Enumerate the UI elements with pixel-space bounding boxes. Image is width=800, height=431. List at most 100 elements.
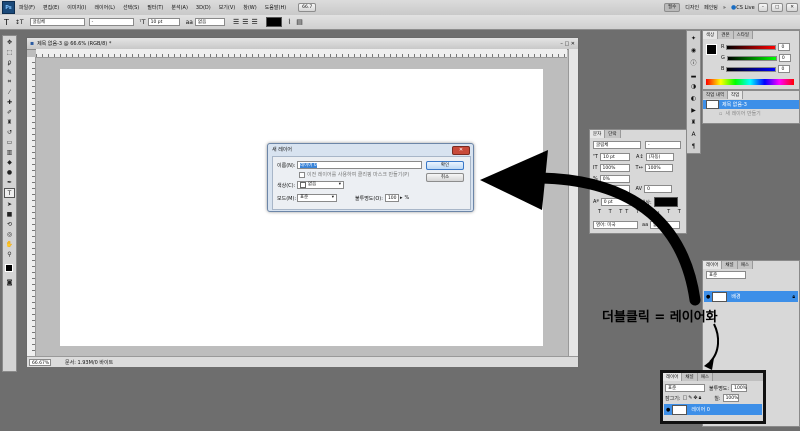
r-slider[interactable] xyxy=(726,44,777,50)
menu-edit[interactable]: 편집(E) xyxy=(43,4,59,11)
lock-buttons-icon[interactable]: □✎✥🔒︎ xyxy=(683,395,703,401)
brush-tool-icon[interactable]: ✐ xyxy=(5,108,14,116)
align-right-icon[interactable]: ☰ xyxy=(252,18,258,26)
menu-file[interactable]: 파일(F) xyxy=(19,4,35,11)
color-spectrum[interactable] xyxy=(706,79,794,85)
crop-tool-icon[interactable]: ⌗ xyxy=(5,78,14,86)
cancel-button[interactable]: 취소 xyxy=(426,173,464,182)
3d-orbit-tool-icon[interactable]: ◎ xyxy=(5,230,14,238)
orientation-toggle-icon[interactable]: ↕T xyxy=(15,19,24,26)
stamp-tool-icon[interactable]: ♜ xyxy=(5,118,14,126)
menu-layer[interactable]: 레이어(L) xyxy=(94,4,115,11)
text-color-swatch[interactable] xyxy=(265,17,282,27)
mode-select[interactable]: 표준 ▾ xyxy=(297,194,337,202)
adjustments-icon[interactable]: ◑ xyxy=(689,82,698,91)
tab-paths[interactable]: 패스 xyxy=(697,373,713,381)
align-left-icon[interactable]: ☰ xyxy=(233,18,239,26)
navigator-icon[interactable]: ◉ xyxy=(689,46,698,55)
g-slider[interactable] xyxy=(726,55,777,61)
histogram-icon[interactable]: ▂ xyxy=(689,70,698,79)
b-slider[interactable] xyxy=(726,66,777,72)
clone-source-icon[interactable]: ♜ xyxy=(689,118,698,127)
workspace-essentials-button[interactable]: 필수 xyxy=(664,3,681,12)
minimize-button[interactable]: – xyxy=(757,3,768,12)
brush-preset-icon[interactable]: ✦ xyxy=(689,34,698,43)
shape-tool-icon[interactable]: ■ xyxy=(5,210,14,218)
zoom-status[interactable]: 66.67% xyxy=(29,358,51,366)
blur-tool-icon[interactable]: ◆ xyxy=(5,158,14,166)
quick-mask-icon[interactable]: ◙ xyxy=(5,278,14,286)
move-tool-icon[interactable]: ✥ xyxy=(5,38,14,46)
menu-window[interactable]: 창(W) xyxy=(243,4,256,11)
menu-view[interactable]: 보기(V) xyxy=(219,4,236,11)
menu-help[interactable]: 도움말(H) xyxy=(265,4,286,11)
tab-styles[interactable]: 스타일 xyxy=(733,31,753,39)
info-icon[interactable]: ⓘ xyxy=(689,58,698,67)
document-info[interactable]: 문서: 1.93M/0 바이트 xyxy=(65,359,113,366)
tab-paths[interactable]: 패스 xyxy=(737,261,753,269)
document-window-buttons[interactable]: – □ ✕ xyxy=(560,41,575,47)
eraser-tool-icon[interactable]: ▭ xyxy=(5,138,14,146)
workspace-design-link[interactable]: 디자인 xyxy=(685,4,699,11)
maximize-button[interactable]: □ xyxy=(770,3,784,12)
ok-button[interactable]: 확인 xyxy=(426,161,464,170)
eyedropper-tool-icon[interactable]: ⁄ xyxy=(5,88,14,96)
menu-analysis[interactable]: 분석(A) xyxy=(171,4,188,11)
type-tool-icon[interactable]: T xyxy=(4,18,9,27)
horizontal-ruler[interactable] xyxy=(36,49,567,58)
eye-icon[interactable]: ● xyxy=(666,407,670,413)
history-item[interactable]: 제목 없음-3 xyxy=(703,100,799,109)
history-item[interactable]: ▫ 새 레이어 만들기 xyxy=(703,109,799,118)
char-panel-toggle-icon[interactable]: ▤ xyxy=(296,18,303,26)
character-icon[interactable]: A xyxy=(689,130,698,139)
cslive-button[interactable]: ● CS Live xyxy=(731,4,755,11)
foreground-color-swatch[interactable] xyxy=(5,264,13,272)
healing-tool-icon[interactable]: ✚ xyxy=(5,98,14,106)
r-value[interactable]: 0 xyxy=(778,43,791,51)
close-button[interactable]: ✕ xyxy=(786,3,798,12)
marquee-tool-icon[interactable]: ⬚ xyxy=(5,48,14,56)
b-value[interactable]: 0 xyxy=(778,65,791,73)
pen-tool-icon[interactable]: ✒ xyxy=(5,178,14,186)
zoom-select[interactable]: 66.7 xyxy=(298,3,317,12)
tab-paragraph[interactable]: 단락 xyxy=(605,130,621,138)
tab-history[interactable]: 작업 내역 xyxy=(703,91,728,99)
menu-select[interactable]: 선택(S) xyxy=(123,4,139,11)
quick-select-tool-icon[interactable]: ✎ xyxy=(5,68,14,76)
tab-swatches[interactable]: 견본 xyxy=(718,31,734,39)
font-family-select[interactable]: 굴림체 xyxy=(29,18,85,26)
tab-color[interactable]: 색상 xyxy=(703,31,719,39)
gradient-tool-icon[interactable]: ▥ xyxy=(5,148,14,156)
color-select[interactable]: 없음 ▾ xyxy=(297,181,344,189)
warp-text-icon[interactable]: ⌇ xyxy=(288,18,291,26)
tab-character[interactable]: 문자 xyxy=(590,130,606,138)
dodge-tool-icon[interactable]: ● xyxy=(5,168,14,176)
g-value[interactable]: 0 xyxy=(778,54,791,62)
antialias-select[interactable]: 없음 xyxy=(194,18,225,26)
hand-tool-icon[interactable]: ✋ xyxy=(5,240,14,248)
masks-icon[interactable]: ◐ xyxy=(689,94,698,103)
menu-image[interactable]: 이미지(I) xyxy=(67,4,86,11)
callout-layer-row[interactable]: ● 레이어 0 xyxy=(664,404,762,415)
clipping-mask-checkbox[interactable] xyxy=(299,171,305,178)
tab-layers[interactable]: 레이어 xyxy=(663,373,683,381)
layer-name-input[interactable]: 레이어 0 xyxy=(297,161,422,169)
tab-actions[interactable]: 작업 xyxy=(728,91,744,99)
zoom-tool-icon[interactable]: ⚲ xyxy=(5,250,14,258)
workspace-painting-link[interactable]: 페인팅 xyxy=(704,4,718,11)
opacity-input[interactable]: 100 xyxy=(384,194,399,202)
lasso-tool-icon[interactable]: ϼ xyxy=(5,58,14,66)
font-size-select[interactable]: 10 pt xyxy=(147,18,180,26)
foreground-swatch[interactable] xyxy=(706,44,717,55)
type-tool-icon[interactable]: T xyxy=(4,188,15,198)
actions-icon[interactable]: ▶ xyxy=(689,106,698,115)
align-center-icon[interactable]: ☰ xyxy=(242,18,248,26)
opacity-stepper-icon[interactable]: ▸ xyxy=(400,195,403,201)
menu-3d[interactable]: 3D(D) xyxy=(196,5,211,11)
callout-blend-mode-select[interactable]: 표준 xyxy=(665,384,705,392)
font-style-select[interactable]: - xyxy=(88,18,134,26)
dialog-close-button[interactable]: ✕ xyxy=(452,146,470,155)
tab-channels[interactable]: 채널 xyxy=(682,373,698,381)
workspace-more-link[interactable]: » xyxy=(723,5,726,11)
vertical-ruler[interactable] xyxy=(27,57,36,357)
